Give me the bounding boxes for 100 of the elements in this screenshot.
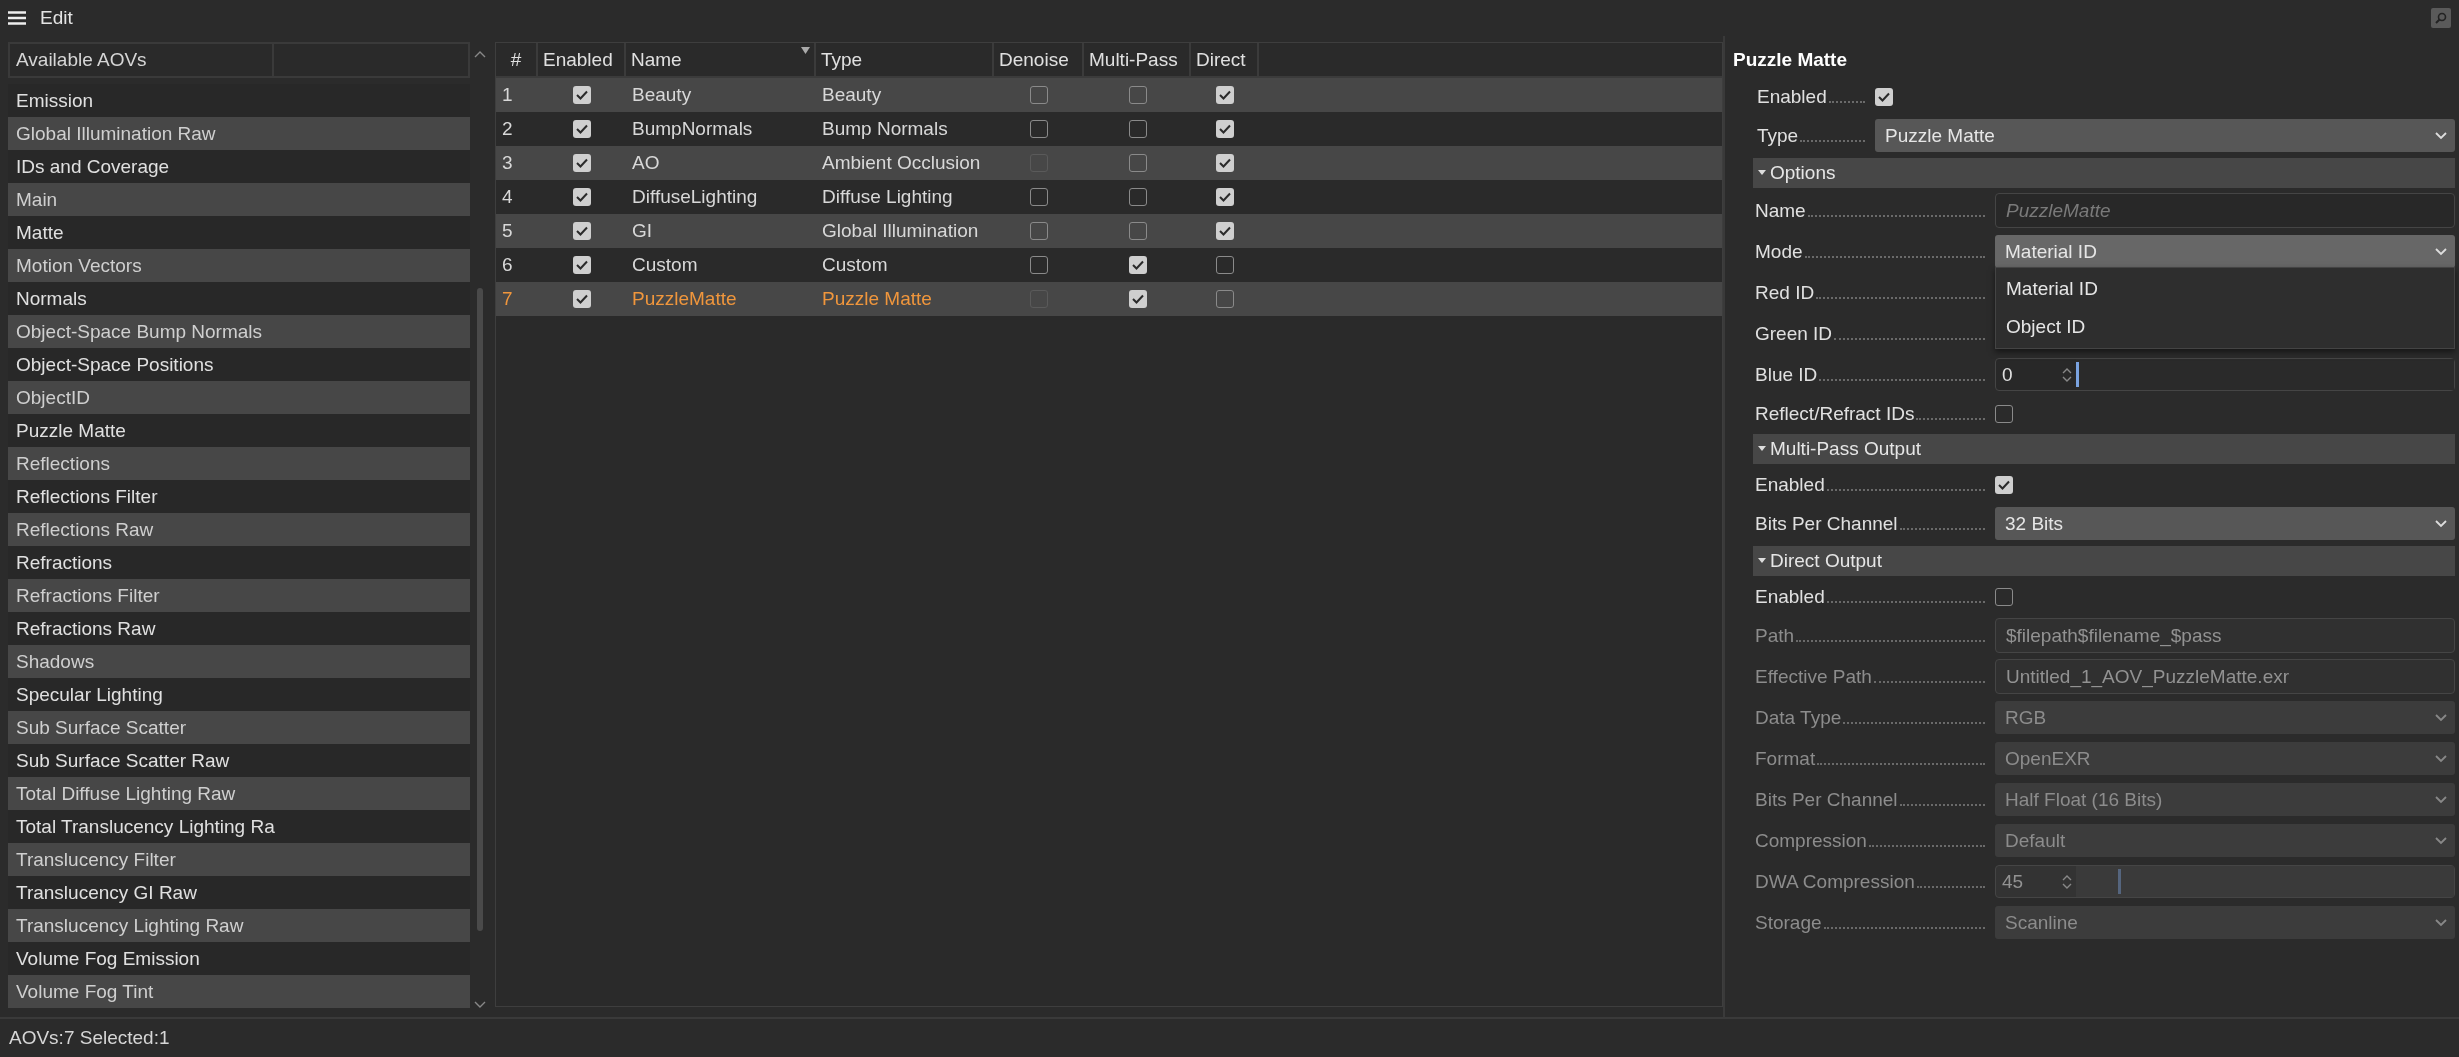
column-header[interactable]: Direct <box>1191 43 1259 76</box>
scroll-up-icon[interactable] <box>474 50 486 58</box>
checkbox[interactable] <box>573 188 591 206</box>
aov-list-item[interactable]: Reflections <box>8 447 470 480</box>
column-header[interactable]: Multi-Pass <box>1084 43 1191 76</box>
aov-list-item[interactable]: Refractions Filter <box>8 579 470 612</box>
column-header[interactable]: Enabled <box>538 43 626 76</box>
table-cell-text: BumpNormals <box>631 117 754 141</box>
aov-list-item[interactable]: Translucency Filter <box>8 843 470 876</box>
table-cell-text: 2 <box>501 117 514 141</box>
table-cell-text: 5 <box>501 219 514 243</box>
property-label: Enabled <box>1755 473 1825 496</box>
checkbox[interactable] <box>573 222 591 240</box>
section-header[interactable]: Multi-Pass Output <box>1753 434 2455 464</box>
table-cell-text: Ambient Occlusion <box>821 151 982 175</box>
checkbox[interactable] <box>573 154 591 172</box>
chevron-down-icon <box>2435 713 2447 722</box>
aov-list-item[interactable]: Object-Space Bump Normals <box>8 315 470 348</box>
property-label: Blue ID <box>1755 363 1818 386</box>
checkbox[interactable] <box>1995 587 2013 606</box>
checkbox[interactable] <box>1995 404 2013 423</box>
checkbox[interactable] <box>1128 86 1147 104</box>
dropdown-option[interactable]: Material ID <box>1996 270 2454 308</box>
checkbox[interactable] <box>573 86 591 104</box>
status-text: AOVs:7 Selected:1 <box>0 1017 2459 1057</box>
property-label: Storage <box>1755 911 1822 934</box>
property-label: Enabled <box>1757 85 1827 108</box>
number-field[interactable]: 0 <box>1996 359 2076 390</box>
caret-icon <box>1757 445 1767 453</box>
checkbox[interactable] <box>1128 256 1147 274</box>
dropdown-option[interactable]: Object ID <box>1996 308 2454 346</box>
table-row[interactable]: 5 GI Global Illumination <box>496 214 1722 248</box>
checkbox[interactable] <box>1216 188 1234 206</box>
checkbox[interactable] <box>1030 188 1048 206</box>
property-label: Bits Per Channel <box>1755 512 1898 535</box>
checkbox[interactable] <box>1216 290 1234 308</box>
aov-list-item[interactable]: Translucency Lighting Raw <box>8 909 470 942</box>
checkbox[interactable] <box>1030 120 1048 138</box>
checkbox[interactable] <box>1216 222 1234 240</box>
dropdown[interactable]: Puzzle Matte <box>1875 119 2455 152</box>
chevron-down-icon <box>2435 795 2447 804</box>
slider-thumb[interactable] <box>2076 362 2079 387</box>
checkbox[interactable] <box>1875 87 1893 106</box>
checkbox[interactable] <box>1128 120 1147 138</box>
aov-list-item[interactable]: Volume Fog Tint <box>8 975 470 1008</box>
scroll-down-icon[interactable] <box>474 1001 486 1009</box>
section-header[interactable]: Direct Output <box>1753 546 2455 576</box>
checkbox[interactable] <box>1030 86 1048 104</box>
property-label: Effective Path <box>1755 665 1872 688</box>
checkbox[interactable] <box>1128 188 1147 206</box>
panel-title: Puzzle Matte <box>1733 48 1849 72</box>
aov-list-item[interactable]: Shadows <box>8 645 470 678</box>
table-cell-text: GI <box>631 219 654 243</box>
checkbox[interactable] <box>1216 256 1234 274</box>
dropdown[interactable]: Material ID <box>1995 235 2455 268</box>
search-button[interactable] <box>2431 8 2451 28</box>
column-header[interactable]: # <box>496 43 538 76</box>
checkbox[interactable] <box>1128 222 1147 240</box>
table-cell-text: Diffuse Lighting <box>821 185 954 209</box>
checkbox[interactable] <box>1128 154 1147 172</box>
column-header[interactable]: Denoise <box>994 43 1084 76</box>
checkbox[interactable] <box>1128 290 1147 308</box>
edit-menu[interactable]: Edit <box>8 7 73 29</box>
property-label: Mode <box>1755 240 1803 263</box>
checkbox[interactable] <box>1995 475 2013 494</box>
table-cell-text: 1 <box>501 83 514 107</box>
aov-list-item[interactable]: Global Illumination Raw <box>8 117 470 150</box>
checkbox[interactable] <box>1216 86 1234 104</box>
aov-list-item[interactable]: Main <box>8 183 470 216</box>
table-row[interactable]: 3 AO Ambient Occlusion <box>496 146 1722 180</box>
table-cell-text: Custom <box>821 253 889 277</box>
column-header: Available AOVs <box>10 44 272 76</box>
checkbox[interactable] <box>1216 154 1234 172</box>
aov-list-item[interactable]: ObjectID <box>8 381 470 414</box>
table-row[interactable]: 1 Beauty Beauty <box>496 78 1722 112</box>
table-row[interactable]: 7 PuzzleMatte Puzzle Matte <box>496 282 1722 316</box>
aov-list-item[interactable]: Sub Surface Scatter <box>8 711 470 744</box>
aov-list-item[interactable]: Reflections Raw <box>8 513 470 546</box>
column-header[interactable]: Type <box>816 43 994 76</box>
checkbox[interactable] <box>573 290 591 308</box>
checkbox[interactable] <box>1216 120 1234 138</box>
chevron-down-icon <box>2435 131 2447 140</box>
checkbox[interactable] <box>1030 222 1048 240</box>
table-cell-text: AO <box>631 151 661 175</box>
property-label: Name <box>1755 199 1806 222</box>
aov-list-item[interactable]: Total Diffuse Lighting Raw <box>8 777 470 810</box>
checkbox[interactable] <box>1030 256 1048 274</box>
table-cell-text: Beauty <box>631 83 693 107</box>
column-header[interactable]: Name <box>626 43 816 76</box>
table-cell-text: Bump Normals <box>821 117 949 141</box>
scrollbar-thumb[interactable] <box>477 288 483 931</box>
chevron-down-icon <box>2435 754 2447 763</box>
table-cell-text: 4 <box>501 185 514 209</box>
spinner-slider[interactable]: 0 <box>1995 358 2455 391</box>
table-cell-text: Custom <box>631 253 699 277</box>
checkbox[interactable] <box>573 256 591 274</box>
dropdown[interactable]: 32 Bits <box>1995 507 2455 540</box>
checkbox[interactable] <box>573 120 591 138</box>
section-header[interactable]: Options <box>1753 158 2455 188</box>
aov-list-item[interactable]: Motion Vectors <box>8 249 470 282</box>
